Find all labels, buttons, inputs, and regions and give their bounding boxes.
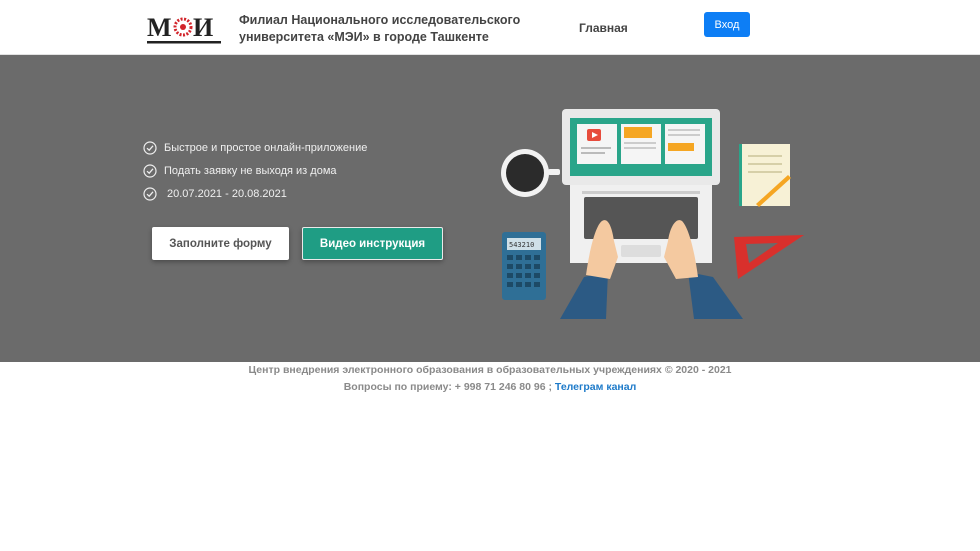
feature-text: Подать заявку не выходя из дома [164,164,337,177]
calculator-display: 543210 [509,241,534,249]
calculator-icon: 543210 [502,232,546,300]
laptop-screen [562,109,720,185]
feature-item: Быстрое и простое онлайн-приложение [143,136,367,159]
navbar: М И Филиал Национального исследовательск… [0,0,980,55]
footer-copyright: Центр внедрения электронного образования… [248,364,732,376]
notepad-icon [739,144,791,207]
laptop-illustration: 543210 [501,109,804,319]
check-circle-icon [143,186,157,201]
telegram-link[interactable]: Телеграм канал [555,381,636,393]
svg-text:И: И [193,13,213,42]
brand-line-1: Филиал Национального исследовательского [239,13,521,27]
feature-list: Быстрое и простое онлайн-приложение Пода… [143,136,367,205]
ruler-triangle-icon [734,235,804,279]
brand-line-2: университета «МЭИ» в городе Ташкенте [239,30,489,44]
feature-item: 20.07.2021 - 20.08.2021 [143,182,367,205]
brand-title: Филиал Национального исследовательского … [239,12,539,46]
svg-text:М: М [147,13,172,42]
check-circle-icon [143,140,157,155]
contact-phone: Вопросы по приему: + 998 71 246 80 96 ; [343,381,552,393]
fill-form-button[interactable]: Заполните форму [152,227,289,260]
check-circle-icon [143,163,157,178]
nav-home-link[interactable]: Главная [579,21,628,35]
feature-text-dates: 20.07.2021 - 20.08.2021 [167,187,287,200]
meи-logo[interactable]: М И [146,12,222,46]
video-instruction-button[interactable]: Видео инструкция [302,227,443,260]
coffee-cup-icon [501,149,560,197]
feature-item: Подать заявку не выходя из дома [143,159,367,182]
login-button[interactable]: Вход [704,12,750,37]
feature-text: Быстрое и простое онлайн-приложение [164,141,368,154]
hero-section: Быстрое и простое онлайн-приложение Пода… [0,55,980,362]
footer-contacts: Вопросы по приему: + 998 71 246 80 96 ; … [0,381,980,393]
